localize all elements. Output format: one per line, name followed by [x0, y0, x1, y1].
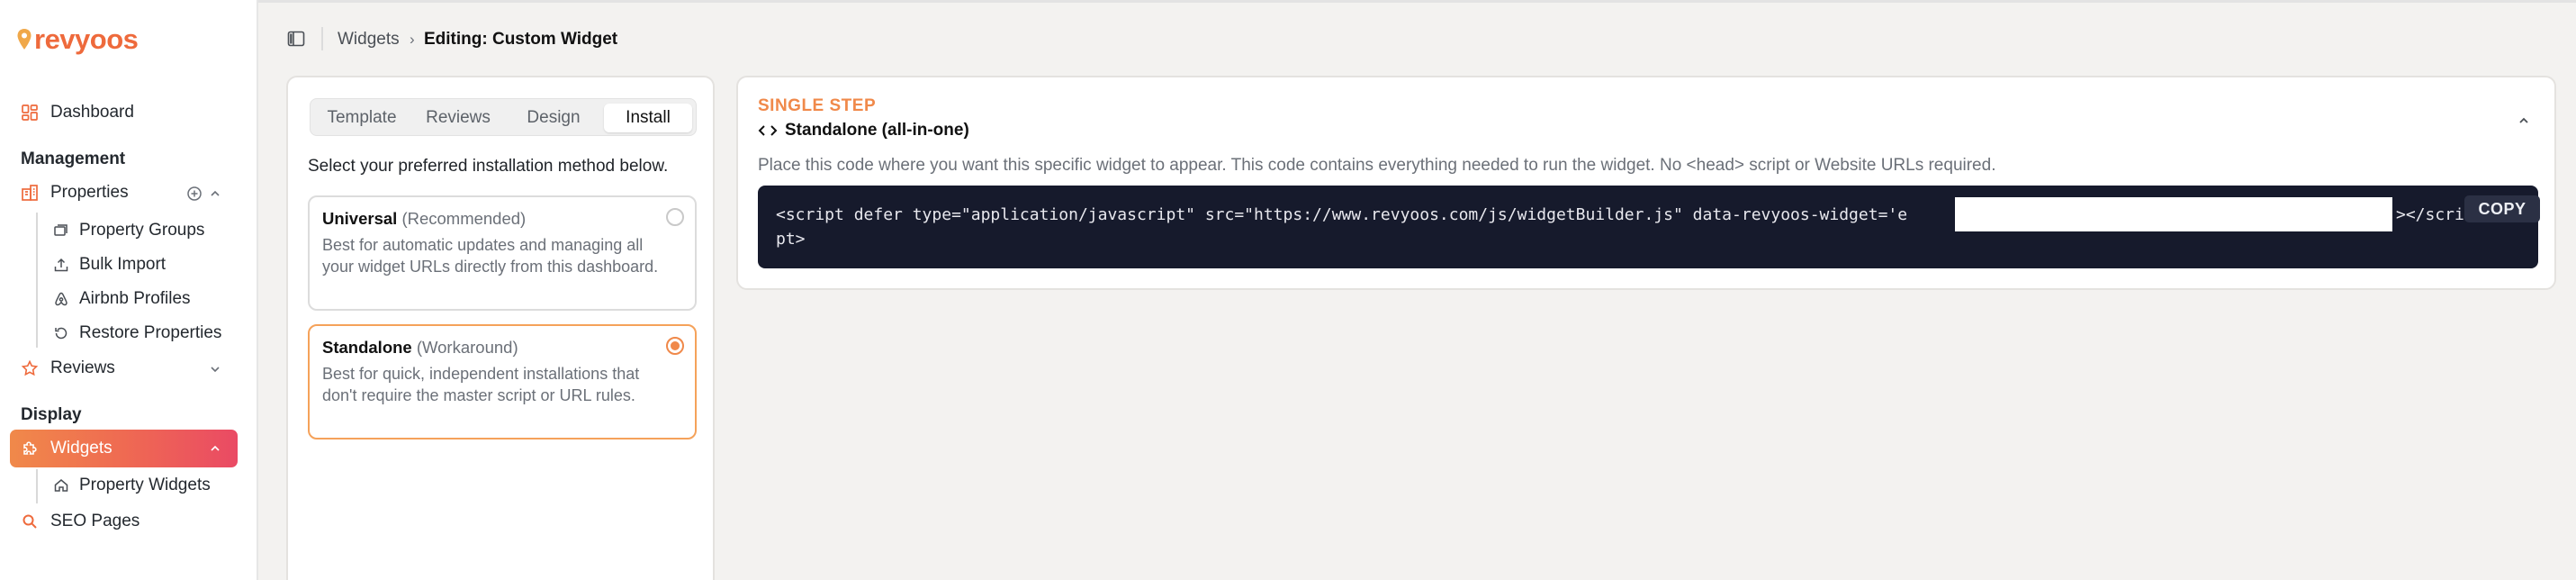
building-icon: [20, 183, 40, 203]
sidebar-item-property-widgets[interactable]: Property Widgets: [52, 476, 211, 495]
sidebar-item-label: Property Groups: [79, 221, 205, 240]
sidebar-item-restore-properties[interactable]: Restore Properties: [52, 323, 221, 343]
radio-universal[interactable]: [666, 208, 684, 226]
upload-icon: [52, 256, 70, 274]
option-description: Best for automatic updates and managing …: [322, 236, 659, 276]
chevron-up-icon[interactable]: [208, 441, 222, 456]
dashboard-icon: [20, 103, 40, 122]
code-block[interactable]: <script defer type="application/javascri…: [758, 186, 2540, 268]
tab-install[interactable]: Install: [604, 104, 692, 132]
breadcrumb-widgets[interactable]: Widgets: [338, 30, 400, 50]
sidebar-item-label: SEO Pages: [50, 512, 140, 530]
sidebar-item-label: Properties: [50, 183, 129, 202]
sidebar-item-reviews[interactable]: Reviews: [20, 358, 115, 378]
chevron-down-icon[interactable]: [208, 362, 222, 376]
sidebar-item-seo-pages[interactable]: SEO Pages: [20, 512, 140, 531]
location-pin-icon: [17, 29, 32, 50]
chevron-up-icon[interactable]: [208, 186, 222, 201]
code-icon: [758, 125, 778, 136]
sidebar-item-property-groups[interactable]: Property Groups: [52, 221, 204, 240]
code-line-2: pt>: [776, 230, 806, 249]
install-hint: Select your preferred installation metho…: [308, 157, 669, 176]
redacted-widget-id: [1955, 197, 2392, 231]
option-standalone[interactable]: Standalone (Workaround) Best for quick, …: [308, 324, 697, 440]
snippet-panel: SINGLE STEP Standalone (all-in-one) Plac…: [736, 76, 2556, 290]
tab-design[interactable]: Design: [509, 104, 599, 132]
app-root: revyoos Dashboard Management Properties …: [0, 0, 2576, 580]
sidebar-item-label: Reviews: [50, 358, 115, 377]
chevron-up-icon[interactable]: [2517, 113, 2531, 128]
sidebar-item-bulk-import[interactable]: Bulk Import: [52, 255, 166, 275]
snippet-description: Place this code where you want this spec…: [758, 156, 1996, 175]
option-title: Universal (Recommended): [322, 209, 527, 228]
brand-name: revyoos: [34, 23, 139, 55]
copy-button[interactable]: COPY: [2464, 195, 2540, 222]
sidebar-item-label: Dashboard: [50, 103, 134, 122]
top-header: Widgets › Editing: Custom Widget: [260, 0, 2576, 72]
layers-icon: [52, 222, 70, 240]
header-divider: [321, 27, 323, 50]
home-icon: [52, 476, 70, 494]
sidebar-item-label: Bulk Import: [79, 255, 167, 274]
sidebar-item-widgets[interactable]: Widgets: [20, 439, 113, 458]
brand-logo[interactable]: revyoos: [16, 23, 139, 56]
page-title: Editing: Custom Widget: [424, 30, 618, 49]
option-description: Best for quick, independent installation…: [322, 365, 640, 404]
sidebar: revyoos Dashboard Management Properties …: [0, 0, 258, 580]
sidebar-item-properties[interactable]: Properties: [20, 183, 129, 203]
add-circle-icon[interactable]: [186, 186, 203, 202]
tab-reviews[interactable]: Reviews: [411, 104, 505, 132]
section-title-management: Management: [21, 150, 126, 168]
restore-icon: [52, 324, 70, 342]
option-universal[interactable]: Universal (Recommended) Best for automat…: [308, 195, 697, 311]
star-icon: [20, 358, 40, 378]
sidebar-item-dashboard[interactable]: Dashboard: [20, 103, 134, 122]
airbnb-icon: [52, 290, 70, 308]
sidebar-item-airbnb-profiles[interactable]: Airbnb Profiles: [52, 289, 191, 309]
sidebar-item-label: Airbnb Profiles: [79, 289, 191, 308]
option-title: Standalone (Workaround): [322, 338, 518, 357]
code-line-1: <script defer type="application/javascri…: [776, 205, 1908, 224]
install-panel: Template Reviews Design Install Select y…: [286, 76, 715, 580]
sidebar-item-label: Widgets: [50, 439, 113, 458]
tree-line: [36, 469, 38, 503]
radio-standalone[interactable]: [666, 337, 684, 355]
breadcrumb-separator: ›: [410, 31, 415, 48]
sidebar-toggle-icon[interactable]: [287, 31, 305, 47]
section-title-display: Display: [21, 405, 82, 424]
puzzle-icon: [20, 439, 40, 458]
search-icon: [20, 512, 40, 531]
tab-template[interactable]: Template: [316, 104, 408, 132]
editor-tabs: Template Reviews Design Install: [310, 98, 697, 136]
sidebar-item-label: Property Widgets: [79, 476, 211, 494]
snippet-eyebrow: SINGLE STEP: [758, 96, 877, 115]
snippet-title: Standalone (all-in-one): [758, 121, 969, 140]
sidebar-item-label: Restore Properties: [79, 323, 222, 342]
tree-line: [36, 213, 38, 348]
code-line-1-tail: ></scri: [2396, 205, 2464, 224]
